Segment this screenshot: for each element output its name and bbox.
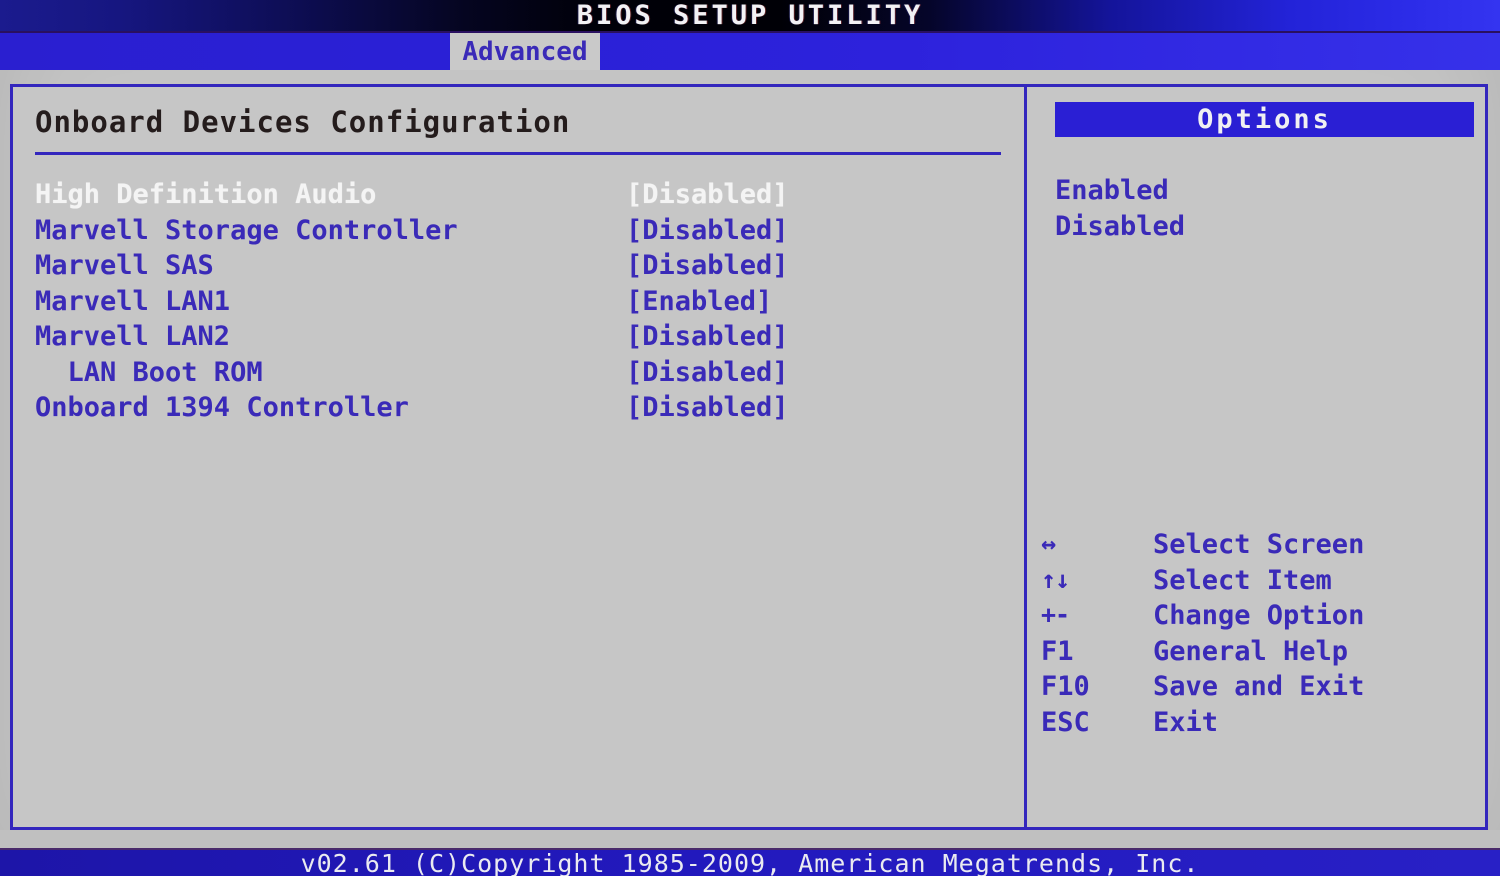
setting-row[interactable]: LAN Boot ROM [Disabled] [13, 357, 1024, 393]
tab-strip: Advanced [0, 31, 1500, 70]
options-panel: Options Enabled Disabled ↔ Select Screen ↑↓… [1027, 87, 1485, 827]
setting-value[interactable]: [Disabled] [626, 250, 789, 281]
main-panel: Onboard Devices Configuration High Defin… [13, 87, 1024, 827]
setting-value[interactable]: [Disabled] [626, 215, 789, 246]
key-legend: ↔ Select Screen ↑↓ Select Item +- Change Opti… [1027, 529, 1485, 742]
setting-row[interactable]: Marvell Storage Controller [Disabled] [13, 215, 1024, 251]
panel-title-rule [35, 152, 1001, 155]
option-item[interactable]: Disabled [1027, 211, 1485, 247]
legend-description: Change Option [1153, 600, 1365, 631]
bios-setup-screen: BIOS SETUP UTILITY Advanced Onboard Devi… [0, 0, 1500, 876]
setting-value[interactable]: [Disabled] [626, 321, 789, 352]
legend-row: ESC Exit [1027, 707, 1485, 743]
legend-description: Select Item [1153, 564, 1332, 596]
f1-key-icon: F1 [1041, 635, 1074, 667]
options-list: Enabled Disabled [1027, 175, 1485, 246]
legend-row: F10 Save and Exit [1027, 671, 1485, 707]
setting-label: Marvell Storage Controller [35, 214, 458, 246]
setting-label: Marvell SAS [35, 250, 214, 281]
legend-row: ↑↓ Select Item [1027, 565, 1485, 601]
setting-label: LAN Boot ROM [35, 356, 263, 388]
setting-label: Marvell LAN2 [35, 321, 231, 352]
options-header: Options [1055, 102, 1474, 137]
page-title: BIOS SETUP UTILITY [576, 0, 924, 31]
setting-row[interactable]: Onboard 1394 Controller [Disabled] [13, 392, 1024, 428]
setting-row[interactable]: Marvell LAN2 [Disabled] [13, 321, 1024, 357]
option-item[interactable]: Enabled [1027, 175, 1485, 211]
setting-row[interactable]: High Definition Audio [Disabled] [13, 179, 1024, 215]
legend-row: ↔ Select Screen [1027, 529, 1485, 565]
tab-advanced[interactable]: Advanced [450, 33, 600, 70]
setting-value[interactable]: [Disabled] [626, 357, 789, 388]
esc-key-icon: ESC [1041, 706, 1090, 738]
up-down-arrow-icon: ↑↓ [1041, 564, 1070, 594]
legend-description: Exit [1153, 706, 1219, 738]
title-bar: BIOS SETUP UTILITY [0, 0, 1500, 31]
legend-row: +- Change Option [1027, 600, 1485, 636]
content-frame: Onboard Devices Configuration High Defin… [10, 84, 1488, 830]
panel-title: Onboard Devices Configuration [35, 105, 571, 139]
setting-value[interactable]: [Enabled] [626, 286, 772, 317]
copyright-text: v02.61 (C)Copyright 1985-2009, American … [300, 849, 1200, 876]
f10-key-icon: F10 [1041, 671, 1090, 702]
footer-gap [0, 830, 1500, 848]
setting-label: High Definition Audio [35, 179, 377, 210]
setting-label: Marvell LAN1 [35, 285, 231, 317]
setting-value[interactable]: [Disabled] [626, 179, 789, 210]
left-right-arrow-icon: ↔ [1041, 529, 1056, 558]
legend-row: F1 General Help [1027, 636, 1485, 672]
setting-label: Onboard 1394 Controller [35, 392, 409, 423]
setting-row[interactable]: Marvell SAS [Disabled] [13, 250, 1024, 286]
setting-row[interactable]: Marvell LAN1 [Enabled] [13, 286, 1024, 322]
legend-description: Select Screen [1153, 529, 1365, 560]
legend-description: General Help [1153, 635, 1349, 667]
settings-list: High Definition Audio [Disabled] Marvell S… [13, 179, 1024, 428]
plus-minus-icon: +- [1041, 600, 1070, 629]
setting-value[interactable]: [Disabled] [626, 392, 789, 423]
footer-bar: v02.61 (C)Copyright 1985-2009, American … [0, 848, 1500, 876]
legend-description: Save and Exit [1153, 671, 1365, 702]
